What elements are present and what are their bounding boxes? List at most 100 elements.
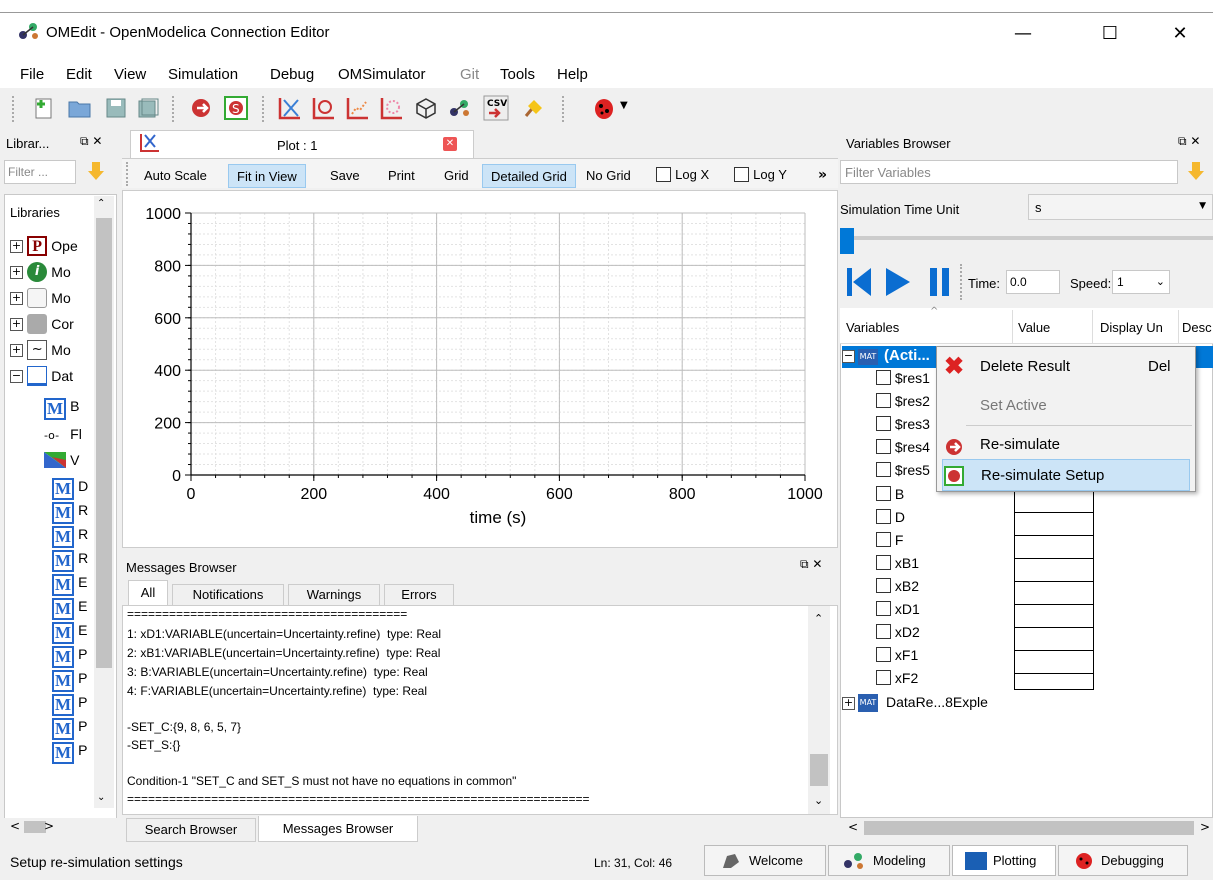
- variable-row[interactable]: xD2: [876, 624, 920, 647]
- library-child[interactable]: M R: [52, 550, 88, 572]
- value-editors[interactable]: [1014, 490, 1094, 690]
- menu-simulation[interactable]: Simulation: [168, 66, 238, 83]
- perspective-welcome[interactable]: Welcome: [704, 845, 826, 876]
- float-icon[interactable]: ⧉ ✕: [1178, 134, 1200, 149]
- library-child[interactable]: M P: [52, 694, 87, 716]
- variable-row[interactable]: $res2: [876, 393, 930, 416]
- menu-item-delete-result[interactable]: ✖ Delete Result Del: [942, 349, 1190, 385]
- library-item[interactable]: + Mo: [10, 288, 71, 308]
- more-tools-button[interactable]: »: [818, 167, 827, 183]
- chevron-down-icon[interactable]: ▼: [620, 100, 628, 111]
- close-button[interactable]: ✕: [1157, 14, 1203, 54]
- variable-checkbox[interactable]: [876, 509, 891, 524]
- menu-omsimulator[interactable]: OMSimulator: [338, 66, 426, 83]
- variables-filter-input[interactable]: Filter Variables: [840, 160, 1178, 184]
- menu-git[interactable]: Git: [460, 66, 479, 83]
- filter-arrow-icon[interactable]: [1186, 160, 1206, 186]
- scrollbar-thumb[interactable]: [810, 754, 828, 786]
- save-plot-button[interactable]: Save: [322, 164, 368, 188]
- tab-plot-1[interactable]: Plot : 1 ✕: [130, 130, 474, 158]
- time-input[interactable]: 0.0: [1006, 270, 1060, 294]
- menu-view[interactable]: View: [114, 66, 146, 83]
- library-child[interactable]: M E: [52, 574, 87, 596]
- time-slider-track[interactable]: [840, 236, 1213, 240]
- menu-item-resimulate-setup[interactable]: Re-simulate Setup: [942, 459, 1190, 491]
- variable-checkbox[interactable]: [876, 416, 891, 431]
- variable-checkbox[interactable]: [876, 647, 891, 662]
- variable-checkbox[interactable]: [876, 624, 891, 639]
- plot-icon[interactable]: [276, 94, 304, 122]
- variable-checkbox[interactable]: [876, 486, 891, 501]
- variable-row[interactable]: $res5: [876, 462, 930, 485]
- tab-warnings[interactable]: Warnings: [288, 584, 380, 606]
- save-icon[interactable]: [102, 94, 130, 122]
- menu-item-set-active[interactable]: Set Active: [942, 388, 1190, 424]
- libraries-hscrollbar[interactable]: < >: [4, 818, 117, 836]
- export-csv-icon[interactable]: CSV: [482, 94, 510, 122]
- play-button[interactable]: [884, 266, 912, 302]
- minimize-button[interactable]: —: [1000, 14, 1046, 54]
- scroll-right-icon[interactable]: >: [1200, 820, 1210, 834]
- variable-row[interactable]: xB2: [876, 578, 919, 601]
- expand-icon[interactable]: +: [10, 265, 23, 279]
- tab-all[interactable]: All: [128, 580, 168, 606]
- variable-row[interactable]: $res4: [876, 439, 930, 462]
- diagram-window-icon[interactable]: [412, 94, 440, 122]
- array-plot-icon[interactable]: [344, 94, 372, 122]
- menu-edit[interactable]: Edit: [66, 66, 92, 83]
- speed-select[interactable]: 1 ⌄: [1112, 270, 1170, 294]
- variable-checkbox[interactable]: [876, 601, 891, 616]
- library-child[interactable]: M P: [52, 718, 87, 740]
- open-folder-icon[interactable]: [66, 94, 94, 122]
- omsimulator-icon[interactable]: [446, 94, 474, 122]
- scroll-left-icon[interactable]: <: [10, 819, 20, 833]
- variable-checkbox[interactable]: [876, 439, 891, 454]
- save-all-icon[interactable]: [134, 94, 162, 122]
- collapse-icon[interactable]: −: [10, 369, 23, 383]
- library-child[interactable]: M B: [44, 398, 79, 420]
- variable-row[interactable]: $res1: [876, 370, 930, 393]
- library-child[interactable]: V: [44, 452, 79, 468]
- expand-icon[interactable]: +: [10, 239, 23, 253]
- close-tab-icon[interactable]: ✕: [443, 137, 457, 151]
- time-unit-select[interactable]: s ▼: [1028, 194, 1213, 220]
- log-x-checkbox[interactable]: Log X: [656, 167, 709, 182]
- collapse-icon[interactable]: −: [842, 350, 855, 363]
- scroll-down-icon[interactable]: ⌄: [814, 794, 823, 807]
- menu-file[interactable]: File: [20, 66, 44, 83]
- tab-notifications[interactable]: Notifications: [172, 584, 284, 606]
- no-grid-button[interactable]: No Grid: [578, 164, 639, 188]
- auto-scale-button[interactable]: Auto Scale: [136, 164, 215, 188]
- variable-checkbox[interactable]: [876, 532, 891, 547]
- detailed-grid-button[interactable]: Detailed Grid: [482, 164, 576, 188]
- variable-checkbox[interactable]: [876, 370, 891, 385]
- column-value[interactable]: Value: [1018, 320, 1050, 335]
- clear-icon[interactable]: [520, 94, 548, 122]
- variable-row[interactable]: F: [876, 532, 903, 555]
- variable-row[interactable]: xF1: [876, 647, 918, 670]
- variable-checkbox[interactable]: [876, 670, 891, 685]
- column-description[interactable]: Desc: [1182, 320, 1212, 335]
- scroll-up-icon[interactable]: ⌃: [97, 198, 105, 209]
- library-item[interactable]: + Cor: [10, 314, 74, 334]
- log-y-checkbox[interactable]: Log Y: [734, 167, 787, 182]
- column-display-unit[interactable]: Display Un: [1100, 320, 1163, 335]
- library-child[interactable]: M P: [52, 742, 87, 764]
- scrollbar-thumb[interactable]: [96, 218, 112, 668]
- variable-row[interactable]: xD1: [876, 601, 920, 624]
- library-item[interactable]: + ~ Mo: [10, 340, 71, 360]
- menu-help[interactable]: Help: [557, 66, 588, 83]
- messages-vscrollbar[interactable]: ⌃ ⌄: [808, 606, 830, 814]
- variable-checkbox[interactable]: [876, 555, 891, 570]
- new-file-icon[interactable]: [30, 94, 58, 122]
- variable-checkbox[interactable]: [876, 393, 891, 408]
- column-variables[interactable]: Variables: [846, 320, 899, 335]
- library-item[interactable]: − Dat: [10, 366, 73, 386]
- libraries-filter-input[interactable]: Filter ...: [4, 160, 76, 184]
- plot-canvas[interactable]: 0 200 400 600 800 1000 0 200 400 600 800 1000 time (…: [122, 190, 838, 548]
- tab-search-browser[interactable]: Search Browser: [126, 818, 256, 842]
- float-icon[interactable]: ⧉ ✕: [800, 557, 822, 572]
- expand-icon[interactable]: +: [10, 343, 23, 357]
- pause-button[interactable]: [928, 266, 954, 302]
- float-icon[interactable]: ⧉ ✕: [80, 134, 102, 149]
